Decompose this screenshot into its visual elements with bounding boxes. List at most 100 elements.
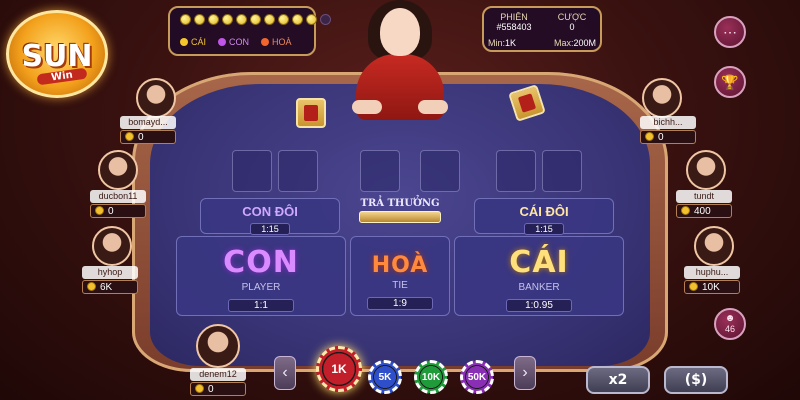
player-avatar xyxy=(694,226,734,266)
card-slot xyxy=(232,150,272,192)
card-slot xyxy=(496,150,536,192)
phien-label: PHIÊN xyxy=(500,12,528,22)
chips-prev-button[interactable]: ‹ xyxy=(274,356,296,390)
cai-rate: 1:0.95 xyxy=(506,299,572,312)
chip-10k[interactable]: 10K xyxy=(414,360,448,394)
bet-con-doi[interactable]: CON ĐÔI 1:15 xyxy=(200,198,340,235)
history-dot xyxy=(278,14,289,25)
cai-sub: BANKER xyxy=(518,282,560,293)
coin-icon xyxy=(95,206,104,215)
rebet-icon: ($) xyxy=(684,372,708,388)
history-dot xyxy=(180,14,191,25)
history-dot xyxy=(264,14,275,25)
round-info-panel: PHIÊN #558403 CƯỢC 0 Min:1K Max:200M xyxy=(482,6,602,52)
player-name: bomayd... xyxy=(120,116,176,129)
con-rate: 1:1 xyxy=(228,299,294,312)
history-legend: CÁI CON HOÀ xyxy=(180,37,292,47)
history-dot xyxy=(236,14,247,25)
legend-con-label: CON xyxy=(229,37,250,47)
con-sub: PLAYER xyxy=(241,282,281,293)
player-avatar xyxy=(136,78,176,118)
bet-cai-doi[interactable]: CÁI ĐÔI 1:15 xyxy=(474,198,614,235)
player-name: tundt xyxy=(676,190,732,203)
double-bet-button[interactable]: x2 xyxy=(586,366,650,394)
double-bet-label: x2 xyxy=(608,372,628,388)
leaderboard-button[interactable]: 🏆 xyxy=(714,66,746,98)
player-seat-left-1[interactable]: bomayd... 0 xyxy=(118,78,198,150)
hoa-sub: TIE xyxy=(392,280,408,291)
max-label: Max: xyxy=(553,38,574,48)
chevron-left-icon: ‹ xyxy=(282,364,288,381)
bet-cai-banker[interactable]: CÁI BANKER 1:0.95 xyxy=(454,236,624,316)
sunwin-logo: SUN Win xyxy=(6,10,108,98)
dealer-arm-left xyxy=(352,100,382,114)
player-seat-self[interactable]: denem12 0 xyxy=(186,324,266,396)
logo-text: SUN xyxy=(21,39,93,74)
chevron-right-icon: › xyxy=(522,364,528,381)
player-balance: 10K xyxy=(684,280,740,294)
cai-title: CÁI xyxy=(509,245,569,280)
users-icon: ☻ xyxy=(724,313,736,324)
legend-cai-label: CÁI xyxy=(191,37,207,47)
player-balance-value: 6K xyxy=(100,282,113,293)
cuoc-label: CƯỢC xyxy=(557,12,587,22)
hoa-rate: 1:9 xyxy=(367,297,433,310)
player-balance-value: 400 xyxy=(694,206,711,217)
player-balance: 6K xyxy=(82,280,138,294)
hoa-title: HOÀ xyxy=(371,253,429,278)
chat-button[interactable]: ⋯ xyxy=(714,16,746,48)
player-avatar xyxy=(98,150,138,190)
chip-label: 10K xyxy=(421,371,441,383)
phien-block: PHIÊN #558403 xyxy=(486,12,542,32)
bet-con-player[interactable]: CON PLAYER 1:1 xyxy=(176,236,346,316)
coin-icon xyxy=(125,132,134,141)
hoa-dot-icon xyxy=(261,38,270,46)
chip-label: 50K xyxy=(467,371,487,383)
self-balance-value: 0 xyxy=(208,384,214,395)
card-slot xyxy=(420,150,460,192)
cai-doi-title: CÁI ĐÔI xyxy=(519,204,569,219)
legend-hoa-label: HOÀ xyxy=(272,37,292,47)
player-avatar xyxy=(686,150,726,190)
bet-hoa-tie[interactable]: HOÀ TIE 1:9 xyxy=(350,236,450,316)
card-slot xyxy=(360,150,400,192)
chip-5k[interactable]: 5K xyxy=(368,360,402,394)
online-players-button[interactable]: ☻ 46 xyxy=(714,308,746,340)
player-balance: 400 xyxy=(676,204,732,218)
history-dot xyxy=(306,14,317,25)
result-history-panel[interactable]: CÁI CON HOÀ xyxy=(168,6,331,56)
dealer-avatar xyxy=(350,0,450,120)
chip-label: 1K xyxy=(331,362,347,376)
player-name: ducbon11 xyxy=(90,190,146,203)
player-seat-left-3[interactable]: hyhop 6K xyxy=(74,226,154,298)
rebet-button[interactable]: ($) xyxy=(664,366,728,394)
chip-50k[interactable]: 50K xyxy=(460,360,494,394)
player-balance-value: 10K xyxy=(702,282,720,293)
player-balance-value: 0 xyxy=(138,132,144,143)
min-value: 1K xyxy=(505,38,517,48)
player-balance: 0 xyxy=(90,204,146,218)
payout-label: TRẢ THƯỞNG xyxy=(360,198,440,209)
cuoc-block: CƯỢC 0 xyxy=(544,12,600,32)
payout-bar xyxy=(359,211,441,223)
chips-next-button[interactable]: › xyxy=(514,356,536,390)
card-slot xyxy=(278,150,318,192)
coin-icon xyxy=(87,282,96,291)
legend-con: CON xyxy=(218,37,249,47)
online-count: 46 xyxy=(724,324,735,334)
player-seat-right-1[interactable]: bichh... 0 xyxy=(636,78,716,150)
player-name: bichh... xyxy=(640,116,696,129)
player-seat-right-3[interactable]: huphu... 10K xyxy=(680,226,760,298)
self-name: denem12 xyxy=(190,368,246,381)
con-dot-icon xyxy=(218,38,227,46)
player-seat-right-2[interactable]: tundt 400 xyxy=(672,150,752,222)
player-avatar xyxy=(92,226,132,266)
player-avatar xyxy=(642,78,682,118)
dealer-arm-right xyxy=(418,100,448,114)
history-dots xyxy=(180,14,331,25)
player-name: huphu... xyxy=(684,266,740,279)
con-doi-rate: 1:15 xyxy=(250,223,290,235)
chip-1k[interactable]: 1K xyxy=(316,346,362,392)
player-name: hyhop xyxy=(82,266,138,279)
player-seat-left-2[interactable]: ducbon11 0 xyxy=(80,150,160,222)
